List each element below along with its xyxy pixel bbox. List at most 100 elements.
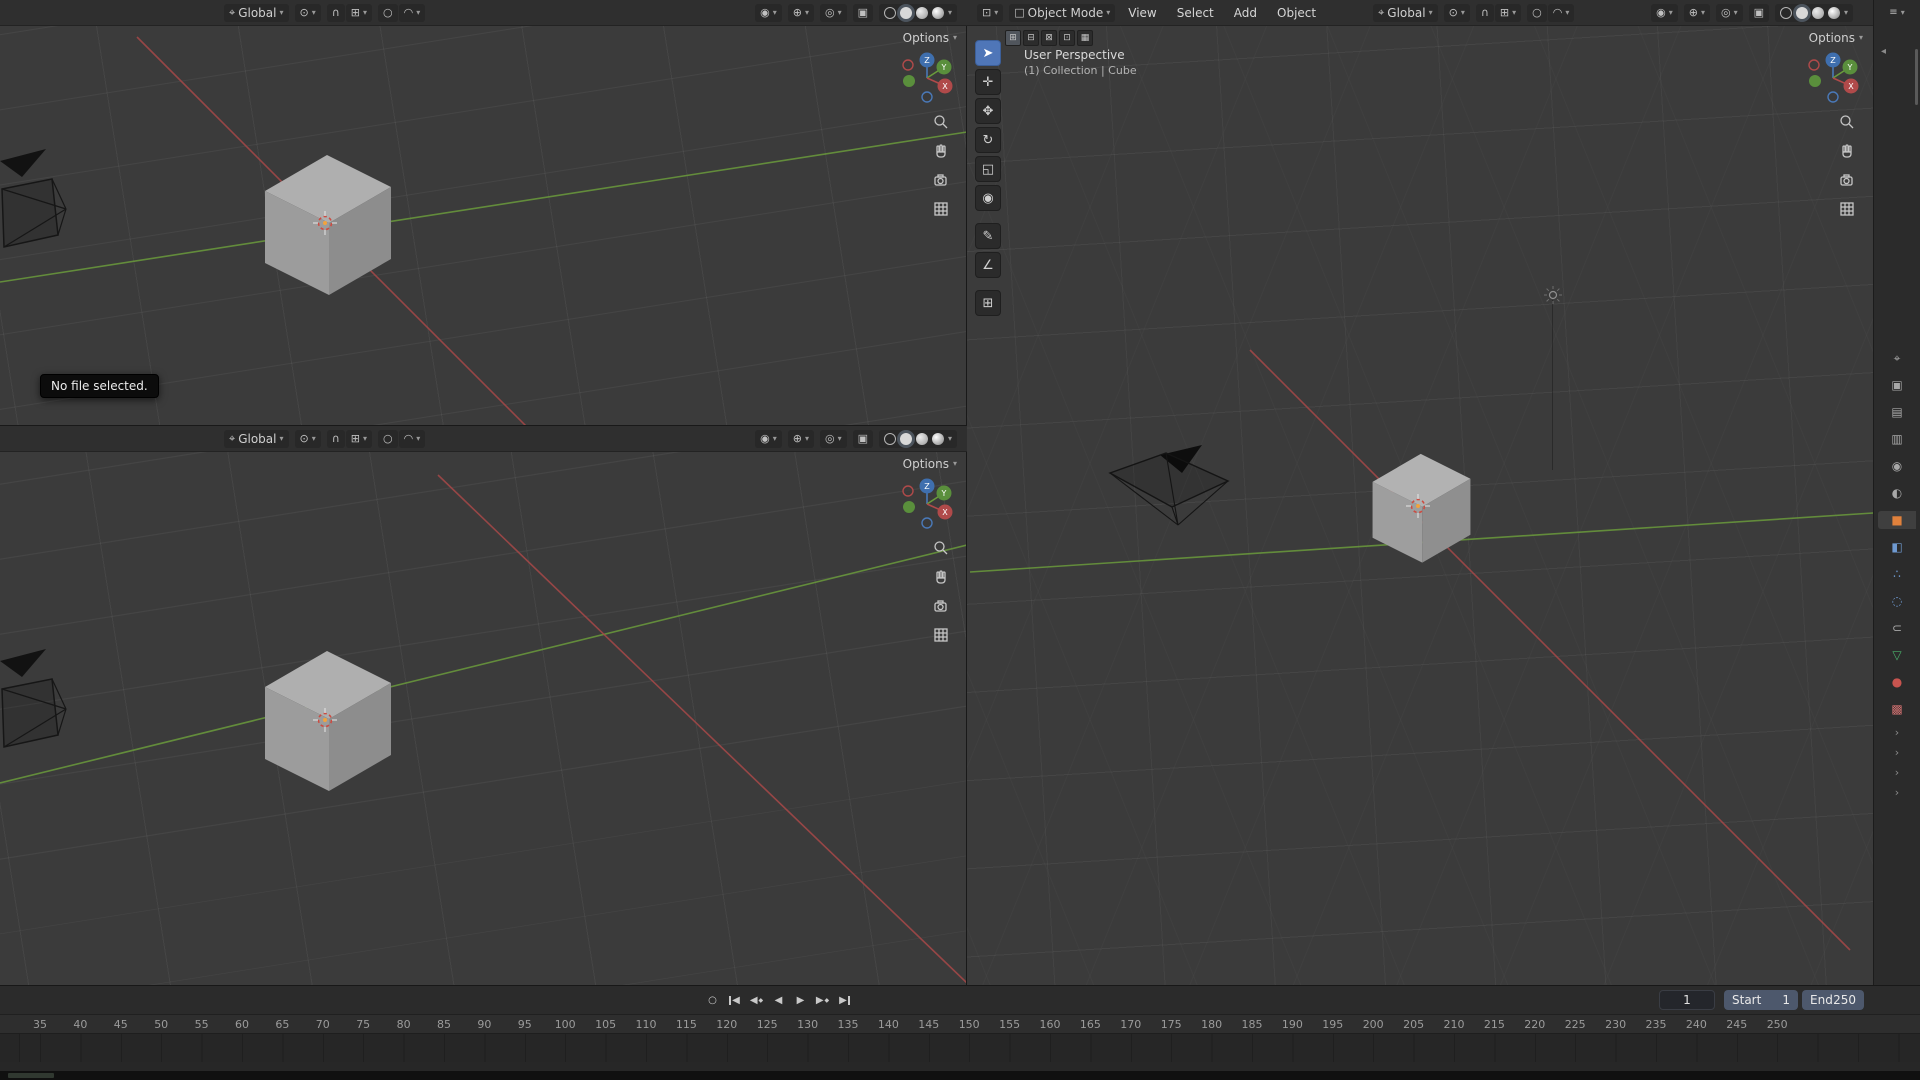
gizmos-dropdown[interactable]: ⊕▾: [788, 430, 814, 448]
properties-tab-object[interactable]: ■: [1878, 511, 1916, 529]
snap-target-dropdown[interactable]: ⊞ ▾: [346, 4, 372, 22]
xray-toggle[interactable]: ▣: [853, 4, 873, 22]
shading-material-button[interactable]: [916, 433, 928, 445]
add-cube-tool[interactable]: ⊞: [975, 290, 1001, 316]
annotate-tool[interactable]: ✎: [975, 223, 1001, 249]
scale-tool[interactable]: ◱: [975, 156, 1001, 182]
zoom-icon[interactable]: [931, 538, 951, 558]
zoom-icon[interactable]: [1837, 112, 1857, 132]
jump-to-start-button[interactable]: ◀: [726, 991, 743, 1009]
select-mode-button-2[interactable]: ⊠: [1041, 30, 1057, 46]
properties-tab-object-data[interactable]: ▽: [1878, 646, 1916, 664]
properties-tab-world[interactable]: ◐: [1878, 484, 1916, 502]
navigation-gizmo[interactable]: Z Y X: [899, 476, 955, 532]
current-frame-field[interactable]: 1: [1659, 990, 1715, 1010]
overlays-dropdown[interactable]: ◎▾: [820, 4, 847, 22]
shading-wireframe-button[interactable]: [1780, 7, 1792, 19]
properties-tab-output[interactable]: ▤: [1878, 403, 1916, 421]
proportional-editing-toggle[interactable]: ○: [378, 4, 398, 22]
properties-tab-render[interactable]: ▣: [1878, 376, 1916, 394]
rotate-tool[interactable]: ↻: [975, 127, 1001, 153]
shading-material-button[interactable]: [1812, 7, 1824, 19]
show-gizmo-dropdown[interactable]: ◉▾: [755, 4, 782, 22]
transform-orientation-dropdown[interactable]: ⌖ Global ▾: [224, 4, 289, 22]
camera-view-icon[interactable]: [931, 596, 951, 616]
proportional-editing-toggle[interactable]: ○: [1527, 4, 1547, 22]
frame-end-field[interactable]: End 250: [1802, 990, 1864, 1010]
properties-tab-tool[interactable]: ⌖: [1878, 349, 1916, 367]
shading-solid-button[interactable]: [900, 433, 912, 445]
options-dropdown[interactable]: Options ▾: [903, 457, 957, 471]
previous-keyframe-button[interactable]: ◀: [748, 991, 765, 1009]
pan-hand-icon[interactable]: [1837, 141, 1857, 161]
timeline-tracks[interactable]: [0, 1033, 1920, 1062]
menu-object[interactable]: Object: [1270, 6, 1323, 20]
zoom-icon[interactable]: [931, 112, 951, 132]
move-tool[interactable]: ✥: [975, 98, 1001, 124]
properties-tab-material[interactable]: ●: [1878, 673, 1916, 691]
properties-tab-particles[interactable]: ∴: [1878, 565, 1916, 583]
properties-editor-dropdown[interactable]: ≡ ▾: [1874, 0, 1920, 18]
shading-material-button[interactable]: [916, 7, 928, 19]
play-reverse-button[interactable]: ◀: [770, 991, 787, 1009]
pivot-point-dropdown[interactable]: ⊙ ▾: [1444, 4, 1470, 22]
shading-wireframe-button[interactable]: [884, 433, 896, 445]
collapsed-panel-chevron-icon[interactable]: ›: [1895, 747, 1899, 758]
chevron-down-icon[interactable]: ▾: [948, 435, 952, 443]
autokey-toggle[interactable]: ○: [704, 991, 721, 1009]
gizmos-dropdown[interactable]: ⊕▾: [788, 4, 814, 22]
orthographic-toggle-icon[interactable]: [931, 625, 951, 645]
snap-toggle[interactable]: ∩: [327, 4, 345, 22]
properties-tab-texture[interactable]: ▩: [1878, 700, 1916, 718]
collapsed-panel-chevron-icon[interactable]: ›: [1895, 727, 1899, 738]
measure-tool[interactable]: ∠: [975, 252, 1001, 278]
chevron-left-icon[interactable]: ◂: [1881, 46, 1886, 57]
options-dropdown[interactable]: Options ▾: [1809, 31, 1863, 45]
snap-toggle[interactable]: ∩: [1476, 4, 1494, 22]
shading-rendered-button[interactable]: [932, 433, 944, 445]
chevron-down-icon[interactable]: ▾: [1844, 9, 1848, 17]
overlays-dropdown[interactable]: ◎▾: [820, 430, 847, 448]
shading-solid-button[interactable]: [900, 7, 912, 19]
timeline-ruler[interactable]: 3540455055606570758085909510010511011512…: [0, 1015, 1920, 1033]
snap-target-dropdown[interactable]: ⊞ ▾: [1495, 4, 1521, 22]
transform-orientation-dropdown[interactable]: ⌖ Global ▾: [1373, 4, 1438, 22]
shading-rendered-button[interactable]: [932, 7, 944, 19]
properties-tab-view-layer[interactable]: ▥: [1878, 430, 1916, 448]
show-gizmo-dropdown[interactable]: ◉▾: [1651, 4, 1678, 22]
options-dropdown[interactable]: Options ▾: [903, 31, 957, 45]
pivot-point-dropdown[interactable]: ⊙ ▾: [295, 4, 321, 22]
next-keyframe-button[interactable]: ▶: [814, 991, 831, 1009]
proportional-falloff-dropdown[interactable]: ◠ ▾: [399, 4, 426, 22]
frame-start-field[interactable]: Start 1: [1724, 990, 1798, 1010]
xray-toggle[interactable]: ▣: [1749, 4, 1769, 22]
show-gizmo-dropdown[interactable]: ◉▾: [755, 430, 782, 448]
properties-scrollbar[interactable]: [1915, 49, 1918, 105]
shading-wireframe-button[interactable]: [884, 7, 896, 19]
pivot-point-dropdown[interactable]: ⊙ ▾: [295, 430, 321, 448]
orthographic-toggle-icon[interactable]: [931, 199, 951, 219]
camera-view-icon[interactable]: [931, 170, 951, 190]
snap-target-dropdown[interactable]: ⊞ ▾: [346, 430, 372, 448]
cursor-tool[interactable]: ✛: [975, 69, 1001, 95]
properties-tab-modifiers[interactable]: ◧: [1878, 538, 1916, 556]
play-button[interactable]: ▶: [792, 991, 809, 1009]
pan-hand-icon[interactable]: [931, 141, 951, 161]
properties-tab-scene[interactable]: ◉: [1878, 457, 1916, 475]
menu-view[interactable]: View: [1121, 6, 1163, 20]
transform-tool[interactable]: ◉: [975, 185, 1001, 211]
editor-type-dropdown[interactable]: ⊡ ▾: [977, 4, 1003, 22]
orthographic-toggle-icon[interactable]: [1837, 199, 1857, 219]
menu-select[interactable]: Select: [1170, 6, 1221, 20]
properties-tab-constraints[interactable]: ⊂: [1878, 619, 1916, 637]
shading-rendered-button[interactable]: [1828, 7, 1840, 19]
select-mode-button-1[interactable]: ⊟: [1023, 30, 1039, 46]
properties-tab-physics[interactable]: ◌: [1878, 592, 1916, 610]
navigation-gizmo[interactable]: Z Y X: [1805, 50, 1861, 106]
select-mode-button-0[interactable]: ⊞: [1005, 30, 1021, 46]
xray-toggle[interactable]: ▣: [853, 430, 873, 448]
proportional-falloff-dropdown[interactable]: ◠ ▾: [399, 430, 426, 448]
pan-hand-icon[interactable]: [931, 567, 951, 587]
proportional-editing-toggle[interactable]: ○: [378, 430, 398, 448]
collapsed-panel-chevron-icon[interactable]: ›: [1895, 787, 1899, 798]
